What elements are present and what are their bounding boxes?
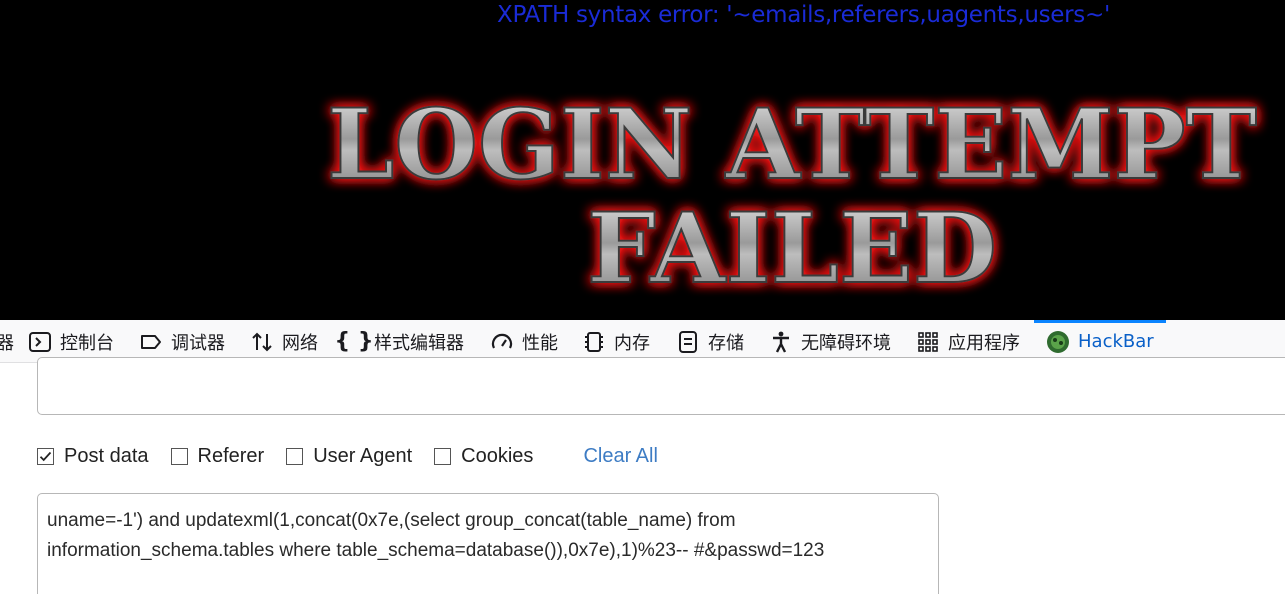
user-agent-option[interactable]: User Agent [286,445,412,468]
cookies-checkbox[interactable] [434,447,452,465]
tab-label: 控制台 [60,332,114,354]
post-data-textarea[interactable]: uname=-1') and updatexml(1,concat(0x7e,(… [37,493,939,594]
performance-icon [490,330,514,354]
referer-checkbox[interactable] [170,447,188,465]
style-editor-icon: { } [334,329,374,354]
webpage-viewport: XPATH syntax error: '~emails,referers,ua… [0,0,1285,320]
option-label: Post data [64,444,149,467]
option-label: User Agent [313,444,413,467]
checkmark-icon [39,451,52,461]
post-data-option[interactable]: Post data [37,445,149,468]
screen: XPATH syntax error: '~emails,referers,ua… [0,0,1285,594]
banner-line-2: FAILED [587,192,997,305]
option-row: Post data Referer User Agent Cookies Cle… [37,443,658,469]
tab-inspector[interactable]: 器 [0,320,14,363]
user-agent-checkbox[interactable] [286,447,304,465]
option-label: Referer [197,444,265,467]
referer-option[interactable]: Referer [170,444,265,468]
cookies-option[interactable]: Cookies [434,445,533,468]
hackbar-panel: Post data Referer User Agent Cookies Cle… [0,357,1285,594]
tab-label: 无障碍环境 [801,332,891,354]
banner-line-1: LOGIN ATTEMPT [327,90,1257,201]
hackbar-icon [1046,330,1070,354]
tab-label: 网络 [282,332,318,354]
post-data-checkbox[interactable] [37,447,54,465]
memory-icon [582,330,606,354]
tab-label: 内存 [614,332,650,354]
tab-label: 调试器 [171,332,225,354]
storage-icon [676,330,700,354]
tab-label: HackBar [1078,331,1154,352]
option-label: Cookies [461,444,534,467]
tab-label: 样式编辑器 [374,332,464,354]
debugger-icon [139,330,163,354]
login-failed-banner: LOGIN ATTEMPT FAILED [326,90,1258,306]
tab-label: 存储 [708,332,744,354]
tab-label: 器 [0,332,14,354]
tab-label: 性能 [522,332,558,354]
url-textarea[interactable] [37,357,1285,415]
accessibility-icon [769,330,793,354]
network-icon [250,330,274,354]
clear-all-button[interactable]: Clear All [583,445,657,468]
application-icon [916,330,940,354]
tab-label: 应用程序 [948,332,1020,354]
console-icon [28,330,52,354]
xpath-error-message: XPATH syntax error: '~emails,referers,ua… [497,2,1110,28]
